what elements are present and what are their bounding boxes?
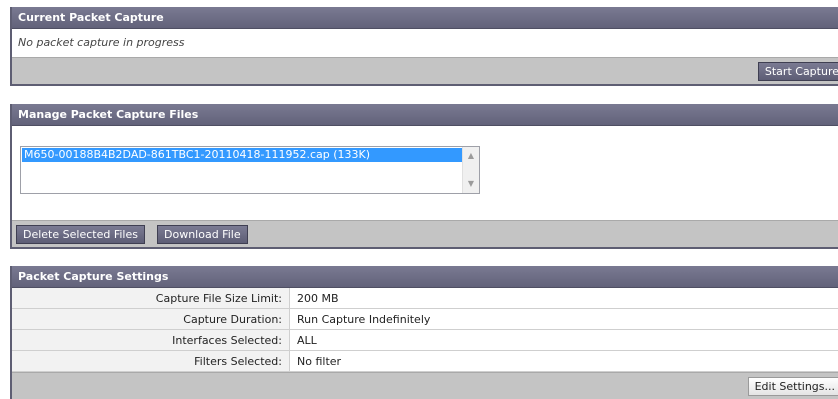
settings-row-interfaces-selected: Interfaces Selected: ALL: [12, 330, 838, 351]
settings-value: No filter: [290, 351, 838, 372]
manage-files-footer: Delete Selected Files Download File: [12, 220, 838, 249]
settings-label: Capture Duration:: [12, 309, 290, 330]
scroll-down-arrow-icon[interactable]: ▼: [463, 177, 479, 191]
capture-file-option[interactable]: M650-00188B4B2DAD-861TBC1-20110418-11195…: [22, 148, 462, 162]
settings-value: Run Capture Indefinitely: [290, 309, 838, 330]
settings-label: Filters Selected:: [12, 351, 290, 372]
current-packet-capture-header: Current Packet Capture: [12, 7, 838, 29]
capture-status-text: No packet capture in progress: [12, 29, 838, 57]
current-capture-footer: Start Capture: [12, 57, 838, 86]
download-file-button[interactable]: Download File: [157, 225, 248, 244]
capture-files-listbox[interactable]: M650-00188B4B2DAD-861TBC1-20110418-11195…: [20, 146, 480, 194]
settings-row-file-size-limit: Capture File Size Limit: 200 MB: [12, 288, 838, 309]
packet-capture-settings-header: Packet Capture Settings: [12, 266, 838, 288]
settings-row-filters-selected: Filters Selected: No filter: [12, 351, 838, 372]
manage-packet-capture-files-panel: Manage Packet Capture Files M650-00188B4…: [10, 104, 838, 249]
delete-selected-files-button[interactable]: Delete Selected Files: [16, 225, 145, 244]
settings-row-capture-duration: Capture Duration: Run Capture Indefinite…: [12, 309, 838, 330]
current-packet-capture-panel: Current Packet Capture No packet capture…: [10, 7, 838, 86]
settings-table: Capture File Size Limit: 200 MB Capture …: [12, 288, 838, 372]
start-capture-button[interactable]: Start Capture: [758, 62, 838, 81]
listbox-scrollbar[interactable]: ▲ ▼: [462, 147, 479, 193]
manage-files-body: M650-00188B4B2DAD-861TBC1-20110418-11195…: [12, 126, 838, 220]
settings-label: Capture File Size Limit:: [12, 288, 290, 309]
packet-capture-settings-panel: Packet Capture Settings Capture File Siz…: [10, 266, 838, 399]
manage-files-header: Manage Packet Capture Files: [12, 104, 838, 126]
settings-value: ALL: [290, 330, 838, 351]
settings-value: 200 MB: [290, 288, 838, 309]
edit-settings-button[interactable]: Edit Settings...: [748, 377, 838, 396]
scroll-up-arrow-icon[interactable]: ▲: [463, 149, 479, 163]
settings-label: Interfaces Selected:: [12, 330, 290, 351]
